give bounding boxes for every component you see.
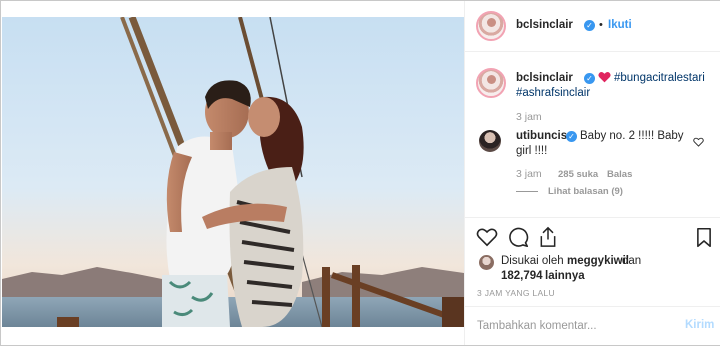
caption-username[interactable]: bclsinclair xyxy=(516,72,573,84)
author-username[interactable]: bclsinclair xyxy=(516,19,573,31)
photo-illustration xyxy=(2,17,464,327)
liked-by-prefix: Disukai oleh xyxy=(501,255,564,267)
caption-time[interactable]: 3 jam xyxy=(516,111,542,123)
hashtag-link[interactable]: #bungacitralestari xyxy=(614,72,705,84)
add-comment-input[interactable] xyxy=(477,317,667,335)
commenter-verified-badge-icon: ✓ xyxy=(566,131,577,142)
add-comment-divider xyxy=(465,306,720,307)
caption-avatar[interactable] xyxy=(476,68,506,98)
bookmark-icon[interactable] xyxy=(696,227,712,248)
red-heart-icon xyxy=(598,72,611,83)
author-avatar[interactable] xyxy=(476,11,506,41)
comment-icon[interactable] xyxy=(508,227,529,248)
small-like-icon[interactable] xyxy=(693,137,704,147)
likes-suffix[interactable]: lainnya xyxy=(545,268,585,284)
hashtag-link[interactable]: #ashrafsinclair xyxy=(516,87,590,99)
commenter-avatar[interactable] xyxy=(479,130,501,152)
post-photo[interactable] xyxy=(2,17,464,327)
separator-dot: • xyxy=(599,19,603,31)
caption-verified-badge-icon: ✓ xyxy=(584,73,595,84)
comment-text-line1: Baby no. 2 !!!!! Baby xyxy=(580,130,684,142)
comment-text-line2: girl !!!! xyxy=(516,145,548,157)
liker-username[interactable]: meggykiwil xyxy=(567,253,629,269)
follow-button[interactable]: Ikuti xyxy=(608,19,632,31)
reply-button[interactable]: Balas xyxy=(607,169,632,180)
share-icon[interactable] xyxy=(538,226,558,248)
post-comment-button[interactable]: Kirim xyxy=(685,319,714,331)
like-heart-icon[interactable] xyxy=(476,227,498,247)
likes-count[interactable]: 182,794 xyxy=(501,268,543,284)
liked-by-conj: dan xyxy=(622,255,642,267)
post-window: bclsinclair ✓ • Ikuti bclsinclair ✓ #bun… xyxy=(0,0,720,346)
post-timestamp[interactable]: 3 JAM YANG LALU xyxy=(477,288,555,298)
view-replies-button[interactable]: Lihat balasan (9) xyxy=(548,186,623,197)
post-header: bclsinclair ✓ • Ikuti xyxy=(465,1,720,52)
comment-likes[interactable]: 285 suka xyxy=(558,169,598,180)
liker-avatar[interactable] xyxy=(479,255,494,270)
comment-time[interactable]: 3 jam xyxy=(516,168,542,180)
post-sidebar: bclsinclair ✓ • Ikuti bclsinclair ✓ #bun… xyxy=(464,1,720,345)
verified-badge-icon: ✓ xyxy=(584,20,595,31)
commenter-username[interactable]: utibuncis xyxy=(516,130,567,142)
actions-divider xyxy=(465,217,720,218)
replies-divider xyxy=(516,191,538,192)
